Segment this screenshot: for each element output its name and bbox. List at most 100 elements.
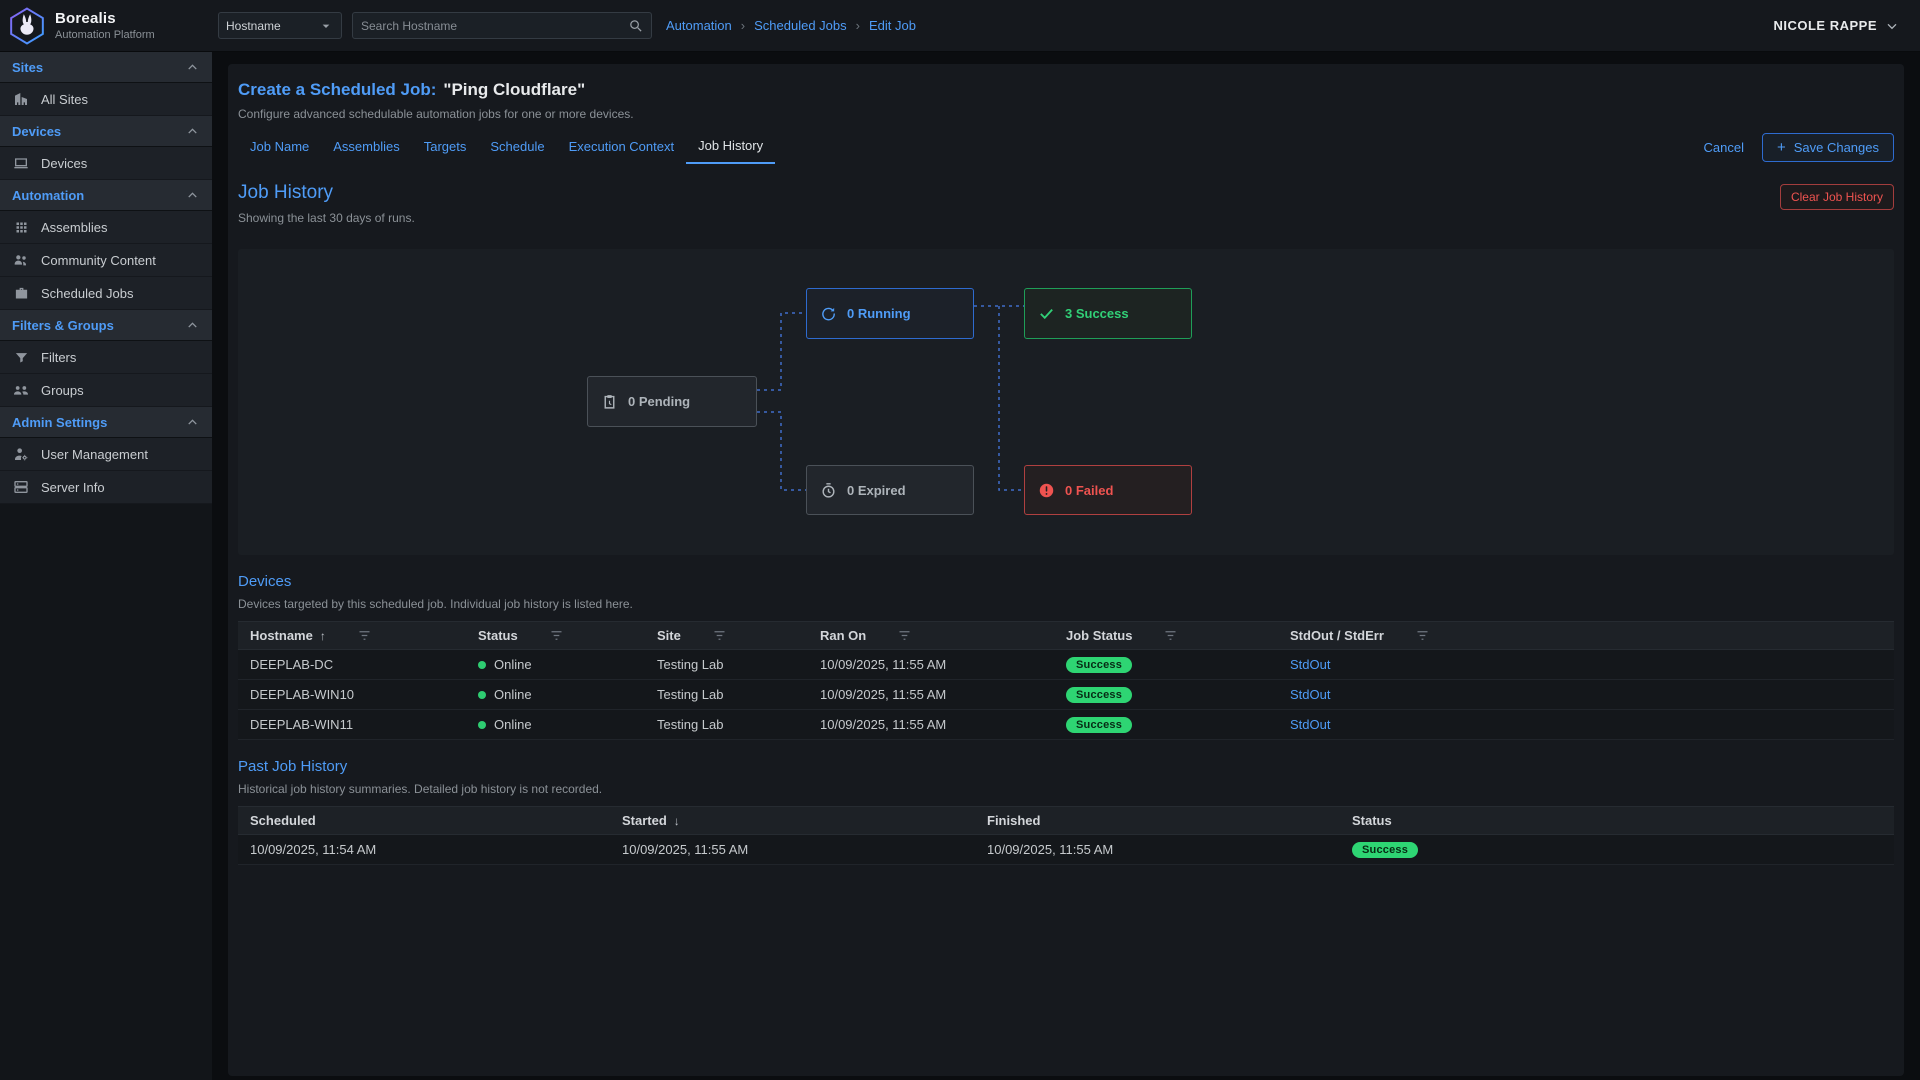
sidebar-item-devices[interactable]: Devices [0, 147, 212, 180]
briefcase-icon [12, 286, 30, 301]
col-label: Status [478, 628, 518, 643]
cell-status: Online [466, 717, 645, 732]
devices-table: Hostname ↑ Status Site [238, 621, 1894, 740]
col-started[interactable]: Started ↓ [610, 813, 975, 828]
col-label: Status [1352, 813, 1392, 828]
dropdown-caret-icon [318, 18, 334, 34]
sidebar-item-community-content[interactable]: Community Content [0, 244, 212, 277]
sidebar-item-groups[interactable]: Groups [0, 374, 212, 407]
chevron-up-icon [185, 60, 200, 75]
sidebar-item-label: Server Info [41, 480, 105, 495]
status-badge: Success [1066, 717, 1132, 733]
breadcrumb-automation[interactable]: Automation [666, 18, 732, 33]
save-changes-button[interactable]: + Save Changes [1762, 133, 1894, 162]
node-failed-label: 0 Failed [1065, 483, 1113, 498]
status-badge: Success [1066, 657, 1132, 673]
col-site[interactable]: Site [645, 628, 808, 643]
past-table-header: Scheduled Started ↓ Finished Status [238, 806, 1894, 835]
job-history-subtext: Showing the last 30 days of runs. [238, 211, 415, 225]
devices-section: Devices Devices targeted by this schedul… [238, 573, 1894, 740]
online-dot [478, 661, 486, 669]
hostname-dropdown[interactable]: Hostname [218, 12, 342, 39]
sidebar-section-filters-groups[interactable]: Filters & Groups [0, 310, 212, 341]
cell-hostname: DEEPLAB-WIN10 [238, 687, 466, 702]
sidebar-section-devices[interactable]: Devices [0, 116, 212, 147]
sort-desc-icon[interactable]: ↓ [674, 814, 680, 828]
sidebar-item-server-info[interactable]: Server Info [0, 471, 212, 504]
clear-job-history-button[interactable]: Clear Job History [1780, 184, 1894, 210]
sidebar-item-label: All Sites [41, 92, 88, 107]
cell-status: Online [466, 657, 645, 672]
online-dot [478, 691, 486, 699]
brand: Borealis Automation Platform [0, 7, 212, 45]
cancel-button[interactable]: Cancel [1703, 140, 1743, 155]
sidebar-item-scheduled-jobs[interactable]: Scheduled Jobs [0, 277, 212, 310]
search-input[interactable] [361, 19, 628, 33]
cell-stdout: StdOut [1278, 657, 1894, 672]
sidebar-item-label: Community Content [41, 253, 156, 268]
hostname-dropdown-label: Hostname [226, 19, 281, 33]
sidebar-section-sites[interactable]: Sites [0, 52, 212, 83]
col-status[interactable]: Status [1340, 813, 1894, 828]
brand-text: Borealis Automation Platform [55, 10, 155, 41]
page-title-job-name: "Ping Cloudflare" [443, 80, 585, 100]
stdout-link[interactable]: StdOut [1290, 657, 1330, 672]
sort-asc-icon[interactable]: ↑ [320, 629, 326, 643]
col-ran-on[interactable]: Ran On [808, 628, 1054, 643]
filter-icon[interactable] [1415, 628, 1430, 643]
filter-icon[interactable] [712, 628, 727, 643]
breadcrumb-edit-job[interactable]: Edit Job [869, 18, 916, 33]
job-history-header-text: Job History Showing the last 30 days of … [238, 182, 415, 225]
col-stdout[interactable]: StdOut / StdErr [1278, 628, 1894, 643]
col-label: Finished [987, 813, 1040, 828]
cell-ran-on: 10/09/2025, 11:55 AM [808, 687, 1054, 702]
cell-hostname: DEEPLAB-WIN11 [238, 717, 466, 732]
col-label: StdOut / StdErr [1290, 628, 1384, 643]
app-root: Borealis Automation Platform Hostname Au… [0, 0, 1920, 1080]
tab-job-name[interactable]: Job Name [238, 132, 321, 163]
tab-execution-context[interactable]: Execution Context [557, 132, 687, 163]
sidebar-item-label: Scheduled Jobs [41, 286, 134, 301]
sidebar-section-admin-settings[interactable]: Admin Settings [0, 407, 212, 438]
tab-schedule[interactable]: Schedule [478, 132, 556, 163]
people-icon [12, 252, 30, 268]
section-label: Sites [12, 60, 43, 75]
filter-icon[interactable] [897, 628, 912, 643]
filter-icon[interactable] [1163, 628, 1178, 643]
tab-assemblies[interactable]: Assemblies [321, 132, 411, 163]
past-job-history-heading: Past Job History [238, 758, 1894, 775]
sidebar-item-assemblies[interactable]: Assemblies [0, 211, 212, 244]
user-menu[interactable]: NICOLE RAPPE [1773, 18, 1900, 34]
sidebar-item-label: Assemblies [41, 220, 107, 235]
sidebar-item-filters[interactable]: Filters [0, 341, 212, 374]
tab-job-history[interactable]: Job History [686, 131, 775, 164]
sidebar-item-user-management[interactable]: User Management [0, 438, 212, 471]
sidebar-item-all-sites[interactable]: All Sites [0, 83, 212, 116]
grid-icon [12, 220, 30, 235]
past-job-history-table: Scheduled Started ↓ Finished Status [238, 806, 1894, 865]
tab-targets[interactable]: Targets [412, 132, 479, 163]
filter-icon[interactable] [549, 628, 564, 643]
stdout-link[interactable]: StdOut [1290, 717, 1330, 732]
sidebar-section-automation[interactable]: Automation [0, 180, 212, 211]
chevron-down-icon [1884, 18, 1900, 34]
status-text: Online [494, 717, 532, 732]
job-flow-diagram: 0 Pending 0 Running 3 Success 0 Expired [238, 249, 1894, 555]
cell-job-status: Success [1054, 717, 1278, 733]
tabs-row: Job Name Assemblies Targets Schedule Exe… [238, 131, 1894, 164]
search-icon[interactable] [628, 18, 643, 33]
col-status[interactable]: Status [466, 628, 645, 643]
stdout-link[interactable]: StdOut [1290, 687, 1330, 702]
col-scheduled[interactable]: Scheduled [238, 813, 610, 828]
sidebar-item-label: User Management [41, 447, 148, 462]
filter-icon[interactable] [357, 628, 372, 643]
col-job-status[interactable]: Job Status [1054, 628, 1278, 643]
devices-subtext: Devices targeted by this scheduled job. … [238, 597, 1894, 611]
groups-icon [12, 382, 30, 398]
job-history-heading: Job History [238, 182, 415, 204]
breadcrumb-scheduled-jobs[interactable]: Scheduled Jobs [754, 18, 847, 33]
col-finished[interactable]: Finished [975, 813, 1340, 828]
node-pending-label: 0 Pending [628, 394, 690, 409]
col-hostname[interactable]: Hostname ↑ [238, 628, 466, 643]
node-expired: 0 Expired [806, 465, 974, 515]
